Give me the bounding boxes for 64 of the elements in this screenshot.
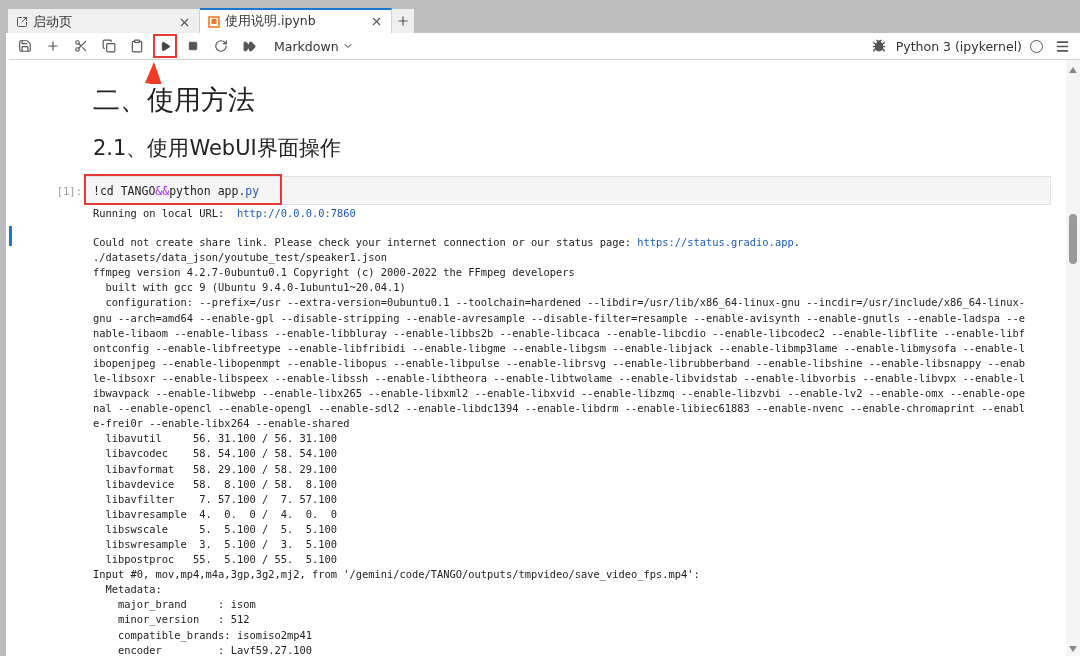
- output-line: Running on local URL: http://0.0.0.0:7860: [93, 206, 356, 221]
- output-line: compatible_brands: isomiso2mp41: [117, 627, 312, 643]
- code-input[interactable]: !cd TANGO&&python app.py: [85, 176, 1051, 205]
- restart-icon: [214, 39, 228, 53]
- output-line: Could not create share link. Please check your internet connection or our status page: https://status.gradio.app.: [93, 235, 800, 251]
- output-line: libavresample 4. 0. 0 / 4. 0. 0: [104, 506, 337, 522]
- scroll-down-icon[interactable]: [1068, 645, 1078, 653]
- cell-type-dropdown[interactable]: Markdown: [274, 38, 354, 54]
- menu-icon[interactable]: [1055, 38, 1070, 54]
- output-line: ibopenjpeg --enable-libopenmpt --enable-libopus --enable-libpulse --enable-librsvg --enable-librubberband --enable-libshine --enable-libsnappy --enab: [93, 355, 1026, 371]
- output-line: le-libsoxr --enable-libspeex --enable-libssh --enable-libtheora --enable-libtwolame --enable-libvidstab --enable-libvorbis --enable-libvpx --enable-l: [93, 370, 1026, 386]
- output-line: ./datasets/data_json/youtube_test/speaker1.json: [93, 250, 388, 266]
- scrollbar[interactable]: [1066, 60, 1080, 656]
- run-button[interactable]: [153, 34, 177, 58]
- link[interactable]: http://0.0.0.0:7860: [236, 207, 356, 219]
- heading: 二、使用方法: [93, 85, 255, 115]
- close-icon[interactable]: [370, 15, 383, 28]
- new-tab-button[interactable]: [392, 9, 414, 33]
- output-line: encoder : Lavf59.27.100: [117, 642, 312, 656]
- tab[interactable]: 使用说明.ipynb: [200, 8, 392, 33]
- subheading: 2.1、使用WebUI界面操作: [93, 135, 341, 162]
- output-line: libavutil 56. 31.100 / 56. 31.100: [104, 431, 337, 447]
- output-line: nable-libaom --enable-libass --enable-libbluray --enable-libbs2b --enable-libcaca --enable-libcdio --enable-libcodec2 --enable-libflite --enable-libf: [93, 325, 1026, 341]
- scroll-up-icon[interactable]: [1068, 66, 1078, 74]
- tab-label: 启动页: [33, 13, 73, 31]
- output-line: libavcodec 58. 54.100 / 58. 54.100: [104, 446, 337, 462]
- link[interactable]: https://status.gradio.app: [637, 236, 794, 249]
- copy-icon: [102, 39, 116, 53]
- kernel-name[interactable]: Python 3 (ipykernel): [887, 38, 1028, 54]
- output-line: libswresample 3. 5.100 / 3. 5.100: [104, 536, 337, 552]
- bug-icon[interactable]: [871, 39, 886, 53]
- output-line: ffmpeg version 4.2.7-0ubuntu0.1 Copyright (c) 2000-2022 the FFmpeg developers: [93, 265, 575, 281]
- plus-icon: [46, 39, 60, 53]
- stop-icon: [188, 41, 198, 51]
- tab[interactable]: 启动页: [8, 9, 200, 33]
- launcher-icon: [16, 16, 28, 28]
- tab-label: 使用说明.ipynb: [225, 13, 317, 30]
- output-line: ontconfig --enable-libfreetype --enable-libfribidi --enable-libgme --enable-libgsm --enable-libjack --enable-libmp3lame --enable-libmysofa --enable-l: [93, 340, 1026, 356]
- save-icon: [18, 39, 32, 53]
- output-line: libswscale 5. 5.100 / 5. 5.100: [104, 521, 337, 537]
- active-cell-marker: [9, 226, 12, 246]
- output-line: libpostproc 55. 5.100 / 55. 5.100: [104, 552, 337, 568]
- output-line: configuration: --prefix=/usr --extra-version=0ubuntu0.1 --toolchain=hardened --libdir=/usr/lib/x86_64-linux-gnu --incdir=/usr/include/x86_64-linux-: [104, 295, 1026, 311]
- output-line: Input #0, mov,mp4,m4a,3gp,3g2,mj2, from '/gemini/code/TANGO/outputs/tmpvideo/save_video_fps.mp4':: [93, 567, 700, 583]
- fast-forward-icon: [242, 39, 256, 53]
- execution-count: [1]:: [55, 184, 83, 197]
- output-line: Metadata:: [104, 582, 162, 598]
- plus-icon: [396, 14, 410, 28]
- output-line: e-frei0r --enable-libx264 --enable-shared: [93, 416, 350, 432]
- output-line: nal --enable-opencl --enable-opengl --enable-sdl2 --enable-libdc1394 --enable-libdrm --enable-libiec61883 --enable-nvenc --enable-chromaprint --enabl: [93, 401, 1026, 417]
- notebook-icon: [208, 15, 220, 28]
- play-icon: [159, 40, 171, 52]
- output-line: ibwavpack --enable-libwebp --enable-libx265 --enable-libxml2 --enable-libxvid --enable-libzmq --enable-libzvbi --enable-lv2 --enable-omx --enable-ope: [93, 386, 1026, 402]
- cut-icon: [74, 39, 88, 53]
- output-line: minor_version : 512: [117, 612, 250, 628]
- output-line: libavformat 58. 29.100 / 58. 29.100: [104, 461, 337, 477]
- output-line: libavfilter 7. 57.100 / 7. 57.100: [104, 491, 337, 507]
- output-line: libavdevice 58. 8.100 / 58. 8.100: [104, 476, 337, 492]
- output-line: major_brand : isom: [117, 597, 256, 613]
- output-line: built with gcc 9 (Ubuntu 9.4.0-1ubuntu1~20.04.1): [104, 280, 406, 296]
- code-line: !cd TANGO&&python app.py: [93, 183, 260, 198]
- output-line: gnu --arch=amd64 --enable-gpl --disable-stripping --enable-avresample --disable-filter=resample --enable-avisynth --enable-gnutls --enable-ladspa --e: [93, 310, 1026, 326]
- clipboard-icon: [130, 39, 144, 53]
- scrollbar-thumb[interactable]: [1069, 214, 1077, 264]
